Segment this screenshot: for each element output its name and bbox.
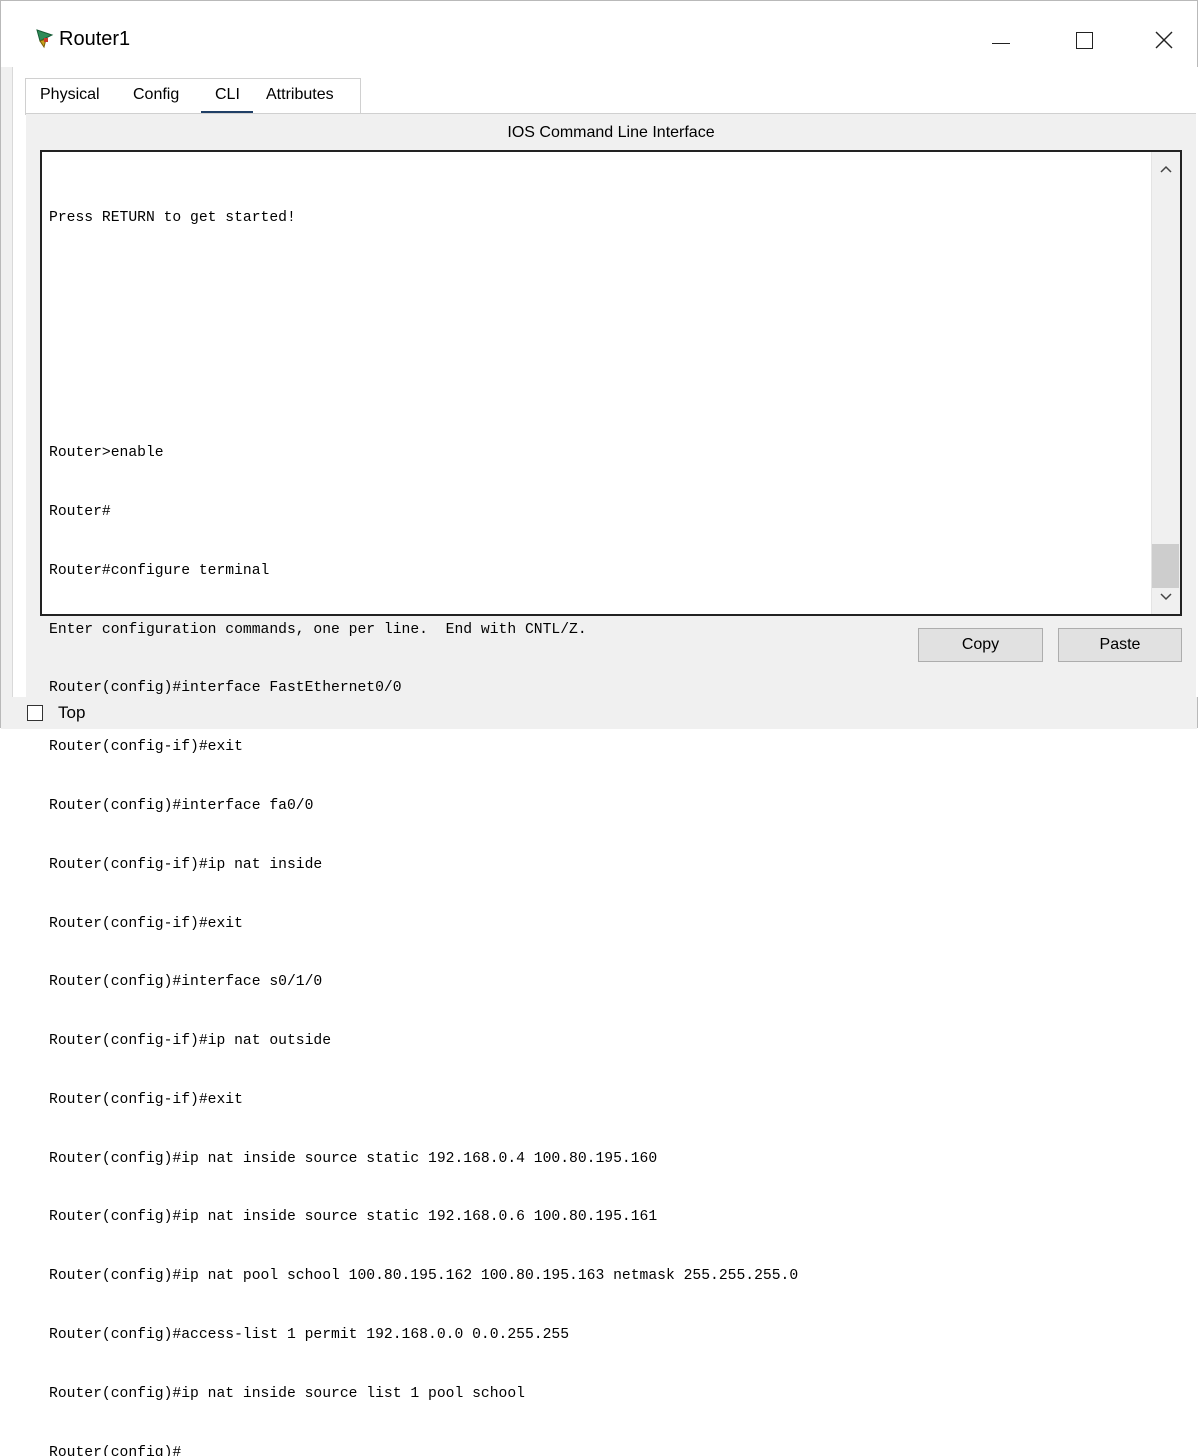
top-checkbox-label: Top (58, 703, 86, 722)
minimize-button[interactable] (976, 15, 1026, 65)
paste-button[interactable]: Paste (1058, 628, 1182, 662)
tab-strip: Physical Config CLI Attributes (25, 78, 361, 115)
tab-config[interactable]: Config (133, 86, 179, 104)
cli-line: Router(config)#ip nat inside source list… (49, 1385, 525, 1402)
router-icon (34, 27, 56, 49)
cli-line: Router(config-if)#ip nat outside (49, 1033, 332, 1050)
chevron-up-icon[interactable] (1160, 164, 1172, 176)
close-button[interactable] (1139, 15, 1189, 65)
cli-line (49, 386, 1139, 406)
tab-cli[interactable]: CLI (215, 86, 240, 104)
cli-line: Router(config)#ip nat pool school 100.80… (49, 1268, 799, 1285)
cli-line: Router(config)#ip nat inside source stat… (49, 1209, 658, 1226)
cli-line: Router(config)#access-list 1 permit 192.… (49, 1327, 570, 1344)
minimize-icon (992, 42, 1010, 44)
cli-output[interactable]: Press RETURN to get started! Router>enab… (49, 170, 1139, 1456)
cli-panel-title: IOS Command Line Interface (507, 124, 715, 141)
top-checkbox[interactable] (27, 705, 43, 721)
cli-line: Router(config-if)#ip nat inside (49, 856, 323, 873)
tab-physical[interactable]: Physical (40, 86, 100, 104)
close-icon (1155, 31, 1173, 49)
cli-line (49, 327, 1139, 347)
maximize-icon (1075, 31, 1093, 49)
cli-line: Router>enable (49, 445, 164, 462)
maximize-button[interactable] (1059, 15, 1109, 65)
cli-line: Router(config)#interface fa0/0 (49, 798, 314, 814)
cli-line: Router(config)#ip nat inside source stat… (49, 1150, 658, 1167)
title-bar: Router1 (1, 1, 1197, 67)
router1-window: Router1 Physical Config CLI Attributes I… (0, 0, 1198, 1456)
scrollbar-thumb[interactable] (1152, 544, 1179, 588)
cli-console[interactable]: Press RETURN to get started! Router>enab… (40, 150, 1182, 1456)
cli-line: Router(config)# (49, 1444, 182, 1456)
copy-button[interactable]: Copy (918, 628, 1043, 662)
window-title: Router1 (59, 28, 131, 50)
cli-line: Router(config-if)#exit (49, 739, 243, 756)
tab-attributes[interactable]: Attributes (266, 86, 334, 104)
cli-line: Press RETURN to get started! (49, 210, 296, 227)
cli-scrollbar[interactable] (1151, 152, 1180, 614)
chevron-down-icon[interactable] (1160, 590, 1172, 602)
cli-line: Router(config-if)#exit (49, 1091, 243, 1108)
cli-line (49, 268, 1139, 288)
cli-panel: IOS Command Line Interface Press RETURN … (26, 113, 1196, 1456)
bottom-bar: Top (1, 697, 1197, 729)
cli-line: Router(config)#interface s0/1/0 (49, 974, 323, 991)
cli-line: Router#configure terminal (49, 562, 270, 579)
cli-line: Router# (49, 504, 111, 521)
cli-line: Router(config-if)#exit (49, 915, 243, 932)
